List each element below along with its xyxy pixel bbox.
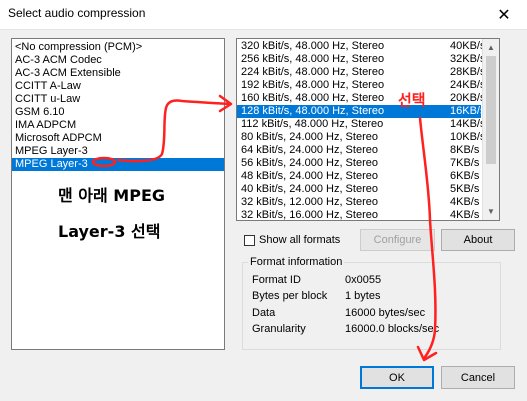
format-rate: 5KB/s <box>450 183 480 195</box>
format-rate: 7KB/s <box>450 157 480 169</box>
format-rate: 14KB/s <box>450 118 486 130</box>
format-name: 80 kBit/s, 24.000 Hz, Stereo <box>241 131 378 143</box>
scroll-down-icon[interactable]: ▼ <box>483 203 499 220</box>
format-rate: 6KB/s <box>450 170 480 182</box>
codec-item[interactable]: CCITT A-Law <box>12 80 224 93</box>
format-row-selected[interactable]: 128 kBit/s, 48.000 Hz, Stereo 16KB/s <box>237 105 485 118</box>
info-value: 1 bytes <box>345 290 381 302</box>
info-value: 16000 bytes/sec <box>345 307 426 319</box>
format-row[interactable]: 80 kBit/s, 24.000 Hz, Stereo 10KB/s <box>237 131 485 144</box>
format-list-scrollbar[interactable]: ▲ ▼ <box>482 39 499 220</box>
format-row[interactable]: 56 kBit/s, 24.000 Hz, Stereo 7KB/s <box>237 157 481 170</box>
format-name: 160 kBit/s, 48.000 Hz, Stereo <box>241 92 385 104</box>
format-row[interactable]: 64 kBit/s, 24.000 Hz, Stereo 8KB/s <box>237 144 481 157</box>
format-name: 256 kBit/s, 48.000 Hz, Stereo <box>241 53 385 65</box>
close-icon[interactable]: ✕ <box>481 0 527 29</box>
format-rate: 8KB/s <box>450 144 480 156</box>
cancel-button[interactable]: Cancel <box>441 366 515 389</box>
codec-item-selected[interactable]: MPEG Layer-3 <box>12 158 224 171</box>
annotation-line-2: Layer-3 선택 <box>58 222 161 241</box>
format-rate: 20KB/s <box>450 92 486 104</box>
codec-item[interactable]: <No compression (PCM)> <box>12 41 224 54</box>
format-row[interactable]: 160 kBit/s, 48.000 Hz, Stereo 20KB/s <box>237 92 485 105</box>
info-label: Format ID <box>252 274 301 286</box>
format-row[interactable]: 224 kBit/s, 48.000 Hz, Stereo 28KB/s <box>237 66 485 79</box>
format-list[interactable]: 320 kBit/s, 48.000 Hz, Stereo 40KB/s 256 … <box>236 38 500 221</box>
window-title: Select audio compression <box>8 6 146 20</box>
format-row[interactable]: 112 kBit/s, 48.000 Hz, Stereo 14KB/s <box>237 118 485 131</box>
format-rate: 4KB/s <box>450 196 480 208</box>
format-row[interactable]: 48 kBit/s, 24.000 Hz, Stereo 6KB/s <box>237 170 481 183</box>
info-value: 0x0055 <box>345 274 382 286</box>
format-rate: 32KB/s <box>450 53 486 65</box>
format-row[interactable]: 40 kBit/s, 24.000 Hz, Stereo 5KB/s <box>237 183 481 196</box>
codec-item[interactable]: AC-3 ACM Extensible <box>12 67 224 80</box>
format-rate: 4KB/s <box>450 209 480 221</box>
checkbox-box[interactable] <box>244 234 255 246</box>
format-rate: 28KB/s <box>450 66 486 78</box>
about-button[interactable]: About <box>441 229 515 251</box>
annotation-line-1: 맨 아래 MPEG <box>58 186 166 205</box>
format-name: 112 kBit/s, 48.000 Hz, Stereo <box>241 118 384 130</box>
format-name: 32 kBit/s, 16.000 Hz, Stereo <box>241 209 378 221</box>
format-rate: 10KB/s <box>450 131 486 143</box>
format-name: 40 kBit/s, 24.000 Hz, Stereo <box>241 183 378 195</box>
format-row[interactable]: 192 kBit/s, 48.000 Hz, Stereo 24KB/s <box>237 79 485 92</box>
ok-button[interactable]: OK <box>360 366 434 389</box>
info-label: Data <box>252 307 276 319</box>
format-name: 320 kBit/s, 48.000 Hz, Stereo <box>241 40 385 52</box>
format-rate: 24KB/s <box>450 79 486 91</box>
format-name: 224 kBit/s, 48.000 Hz, Stereo <box>241 66 385 78</box>
format-rate: 40KB/s <box>450 40 486 52</box>
scroll-thumb[interactable] <box>486 56 496 164</box>
info-label: Granularity <box>252 323 306 335</box>
scroll-up-icon[interactable]: ▲ <box>483 39 499 56</box>
format-row[interactable]: 320 kBit/s, 48.000 Hz, Stereo 40KB/s <box>237 40 485 53</box>
format-name: 64 kBit/s, 24.000 Hz, Stereo <box>241 144 378 156</box>
show-all-formats-label: Show all formats <box>259 234 341 246</box>
format-name: 48 kBit/s, 24.000 Hz, Stereo <box>241 170 378 182</box>
format-name: 56 kBit/s, 24.000 Hz, Stereo <box>241 157 378 169</box>
annotation-select-label: 선택 <box>398 91 426 109</box>
codec-item[interactable]: GSM 6.10 <box>12 106 224 119</box>
format-row[interactable]: 32 kBit/s, 16.000 Hz, Stereo 4KB/s <box>237 209 481 221</box>
codec-item[interactable]: Microsoft ADPCM <box>12 132 224 145</box>
codec-item[interactable]: MPEG Layer-3 <box>12 145 224 158</box>
format-name: 32 kBit/s, 12.000 Hz, Stereo <box>241 196 378 208</box>
format-row[interactable]: 256 kBit/s, 48.000 Hz, Stereo 32KB/s <box>237 53 485 66</box>
info-value: 16000.0 blocks/sec <box>345 323 440 335</box>
format-rate: 16KB/s <box>450 105 486 117</box>
format-name: 128 kBit/s, 48.000 Hz, Stereo <box>241 105 385 117</box>
format-info-title: Format information <box>248 256 345 268</box>
codec-item[interactable]: AC-3 ACM Codec <box>12 54 224 67</box>
configure-button[interactable]: Configure <box>360 229 435 251</box>
info-label: Bytes per block <box>252 290 328 302</box>
title-bar: Select audio compression ✕ <box>0 0 527 30</box>
codec-item[interactable]: CCITT u-Law <box>12 93 224 106</box>
codec-item[interactable]: IMA ADPCM <box>12 119 224 132</box>
format-row[interactable]: 32 kBit/s, 12.000 Hz, Stereo 4KB/s <box>237 196 481 209</box>
show-all-formats-checkbox[interactable]: Show all formats <box>244 233 340 247</box>
format-name: 192 kBit/s, 48.000 Hz, Stereo <box>241 79 385 91</box>
